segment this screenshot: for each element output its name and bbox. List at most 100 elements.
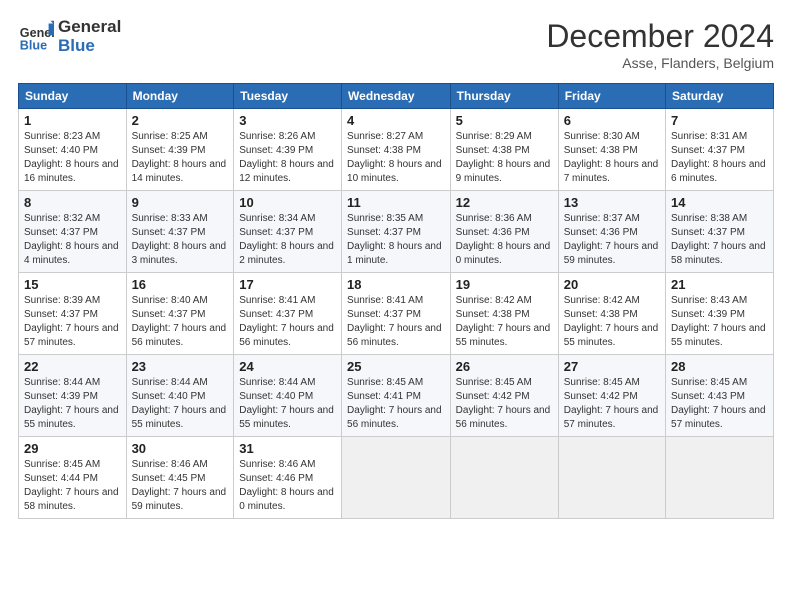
day-info: Sunrise: 8:36 AMSunset: 4:36 PMDaylight:… bbox=[456, 212, 553, 268]
day-number: 31 bbox=[239, 441, 336, 456]
day-info-line: Sunrise: 8:42 AM bbox=[456, 295, 532, 306]
table-row: 6Sunrise: 8:30 AMSunset: 4:38 PMDaylight… bbox=[558, 109, 665, 191]
day-number: 9 bbox=[132, 195, 229, 210]
day-info-line: Sunset: 4:37 PM bbox=[671, 227, 745, 238]
table-row: 10Sunrise: 8:34 AMSunset: 4:37 PMDayligh… bbox=[234, 191, 342, 273]
table-row: 17Sunrise: 8:41 AMSunset: 4:37 PMDayligh… bbox=[234, 273, 342, 355]
table-row: 3Sunrise: 8:26 AMSunset: 4:39 PMDaylight… bbox=[234, 109, 342, 191]
day-info: Sunrise: 8:35 AMSunset: 4:37 PMDaylight:… bbox=[347, 212, 445, 268]
day-info-line: Sunset: 4:40 PM bbox=[132, 391, 206, 402]
calendar-table: Sunday Monday Tuesday Wednesday Thursday… bbox=[18, 83, 774, 519]
day-info-line: Daylight: 7 hours and 55 minutes. bbox=[456, 323, 551, 348]
day-info-line: Sunset: 4:39 PM bbox=[132, 145, 206, 156]
col-tuesday: Tuesday bbox=[234, 84, 342, 109]
day-number: 24 bbox=[239, 359, 336, 374]
day-info-line: Sunrise: 8:35 AM bbox=[347, 213, 423, 224]
day-info: Sunrise: 8:45 AMSunset: 4:44 PMDaylight:… bbox=[24, 458, 121, 514]
day-info-line: Sunset: 4:38 PM bbox=[564, 309, 638, 320]
day-info-line: Sunrise: 8:27 AM bbox=[347, 131, 423, 142]
calendar-row: 15 Sunrise: 8:39 AM Sunset: 4:37 PM Dayligh… bbox=[19, 273, 774, 355]
table-row: 20 Sunrise: 8:42 AM Sunset: 4:38 PM Dayligh… bbox=[558, 273, 665, 355]
day-number: 1 bbox=[24, 113, 121, 128]
day-info-line: Sunrise: 8:37 AM bbox=[564, 213, 640, 224]
day-info-line: Sunrise: 8:33 AM bbox=[132, 213, 208, 224]
day-info-line: Sunset: 4:37 PM bbox=[132, 227, 206, 238]
day-info: Sunrise: 8:25 AMSunset: 4:39 PMDaylight:… bbox=[132, 130, 229, 186]
table-row: 16 Sunrise: 8:40 AM Sunset: 4:37 PM Dayligh… bbox=[126, 273, 234, 355]
day-info: Sunrise: 8:38 AMSunset: 4:37 PMDaylight:… bbox=[671, 212, 768, 268]
day-info-line: Daylight: 8 hours and 6 minutes. bbox=[671, 159, 766, 184]
day-info: Sunrise: 8:23 AMSunset: 4:40 PMDaylight:… bbox=[24, 130, 121, 186]
table-row: 23Sunrise: 8:44 AMSunset: 4:40 PMDayligh… bbox=[126, 355, 234, 437]
day-info-line: Sunrise: 8:39 AM bbox=[24, 295, 100, 306]
day-info: Sunrise: 8:42 AM Sunset: 4:38 PM Daylight:… bbox=[564, 294, 660, 350]
day-number: 4 bbox=[347, 113, 445, 128]
calendar-row: 1 Sunrise: 8:23 AMSunset: 4:40 PMDaylight… bbox=[19, 109, 774, 191]
day-info-line: Daylight: 7 hours and 59 minutes. bbox=[132, 487, 227, 512]
day-info: Sunrise: 8:42 AMSunset: 4:38 PMDaylight:… bbox=[456, 294, 553, 350]
day-number: 15 bbox=[24, 277, 121, 292]
day-info-line: Sunset: 4:39 PM bbox=[24, 391, 98, 402]
day-info-line: Sunrise: 8:46 AM bbox=[239, 459, 315, 470]
day-number: 12 bbox=[456, 195, 553, 210]
day-info-line: Daylight: 7 hours and 55 minutes. bbox=[564, 323, 659, 348]
day-info-line: Daylight: 8 hours and 3 minutes. bbox=[132, 241, 227, 266]
col-wednesday: Wednesday bbox=[342, 84, 451, 109]
day-number: 23 bbox=[132, 359, 229, 374]
table-row: 7Sunrise: 8:31 AMSunset: 4:37 PMDaylight… bbox=[666, 109, 774, 191]
day-info-line: Sunrise: 8:45 AM bbox=[564, 377, 640, 388]
day-info-line: Sunset: 4:42 PM bbox=[564, 391, 638, 402]
day-info-line: Sunrise: 8:46 AM bbox=[132, 459, 208, 470]
day-info: Sunrise: 8:29 AMSunset: 4:38 PMDaylight:… bbox=[456, 130, 553, 186]
day-info-line: Daylight: 8 hours and 2 minutes. bbox=[239, 241, 334, 266]
day-info: Sunrise: 8:34 AMSunset: 4:37 PMDaylight:… bbox=[239, 212, 336, 268]
day-info-line: Daylight: 7 hours and 56 minutes. bbox=[456, 405, 551, 430]
logo-text-general: General bbox=[58, 18, 121, 37]
day-info: Sunrise: 8:45 AM Sunset: 4:42 PM Daylight:… bbox=[564, 376, 660, 432]
day-number: 25 bbox=[347, 359, 445, 374]
table-row bbox=[558, 437, 665, 519]
day-info-line: Daylight: 7 hours and 56 minutes. bbox=[132, 323, 227, 348]
table-row: 18Sunrise: 8:41 AMSunset: 4:37 PMDayligh… bbox=[342, 273, 451, 355]
day-info-line: Sunset: 4:46 PM bbox=[239, 473, 313, 484]
table-row: 11Sunrise: 8:35 AMSunset: 4:37 PMDayligh… bbox=[342, 191, 451, 273]
day-info-line: Daylight: 7 hours and 57 minutes. bbox=[564, 405, 659, 430]
day-number: 29 bbox=[24, 441, 121, 456]
day-number: 8 bbox=[24, 195, 121, 210]
table-row: 8 Sunrise: 8:32 AMSunset: 4:37 PMDaylight… bbox=[19, 191, 127, 273]
day-info-line: Sunset: 4:40 PM bbox=[24, 145, 98, 156]
day-number: 20 bbox=[564, 277, 660, 292]
day-number: 13 bbox=[564, 195, 660, 210]
day-number: 14 bbox=[671, 195, 768, 210]
table-row: 14 Sunrise: 8:38 AMSunset: 4:37 PMDayligh… bbox=[666, 191, 774, 273]
month-title: December 2024 bbox=[546, 18, 774, 55]
day-info-line: Sunrise: 8:45 AM bbox=[456, 377, 532, 388]
location-subtitle: Asse, Flanders, Belgium bbox=[546, 55, 774, 71]
day-info-line: Sunset: 4:37 PM bbox=[132, 309, 206, 320]
day-info-line: Sunrise: 8:43 AM bbox=[671, 295, 747, 306]
day-info-line: Daylight: 8 hours and 9 minutes. bbox=[456, 159, 551, 184]
day-info-line: Sunset: 4:37 PM bbox=[347, 309, 421, 320]
day-info-line: Daylight: 8 hours and 14 minutes. bbox=[132, 159, 227, 184]
day-info-line: Daylight: 7 hours and 59 minutes. bbox=[564, 241, 659, 266]
day-info-line: Sunrise: 8:30 AM bbox=[564, 131, 640, 142]
day-info: Sunrise: 8:45 AMSunset: 4:42 PMDaylight:… bbox=[456, 376, 553, 432]
day-info-line: Daylight: 7 hours and 55 minutes. bbox=[239, 405, 334, 430]
day-info: Sunrise: 8:32 AMSunset: 4:37 PMDaylight:… bbox=[24, 212, 121, 268]
day-info: Sunrise: 8:44 AMSunset: 4:39 PMDaylight:… bbox=[24, 376, 121, 432]
table-row: 31Sunrise: 8:46 AMSunset: 4:46 PMDayligh… bbox=[234, 437, 342, 519]
day-info-line: Sunrise: 8:42 AM bbox=[564, 295, 640, 306]
day-info-line: Sunset: 4:43 PM bbox=[671, 391, 745, 402]
day-info-line: Sunset: 4:41 PM bbox=[347, 391, 421, 402]
day-number: 3 bbox=[239, 113, 336, 128]
col-monday: Monday bbox=[126, 84, 234, 109]
day-number: 5 bbox=[456, 113, 553, 128]
day-info-line: Sunset: 4:45 PM bbox=[132, 473, 206, 484]
table-row bbox=[450, 437, 558, 519]
day-info: Sunrise: 8:31 AMSunset: 4:37 PMDaylight:… bbox=[671, 130, 768, 186]
day-info-line: Sunrise: 8:44 AM bbox=[24, 377, 100, 388]
day-info-line: Sunset: 4:38 PM bbox=[564, 145, 638, 156]
day-info-line: Sunrise: 8:40 AM bbox=[132, 295, 208, 306]
calendar-row: 29 Sunrise: 8:45 AMSunset: 4:44 PMDayligh… bbox=[19, 437, 774, 519]
day-number: 16 bbox=[132, 277, 229, 292]
